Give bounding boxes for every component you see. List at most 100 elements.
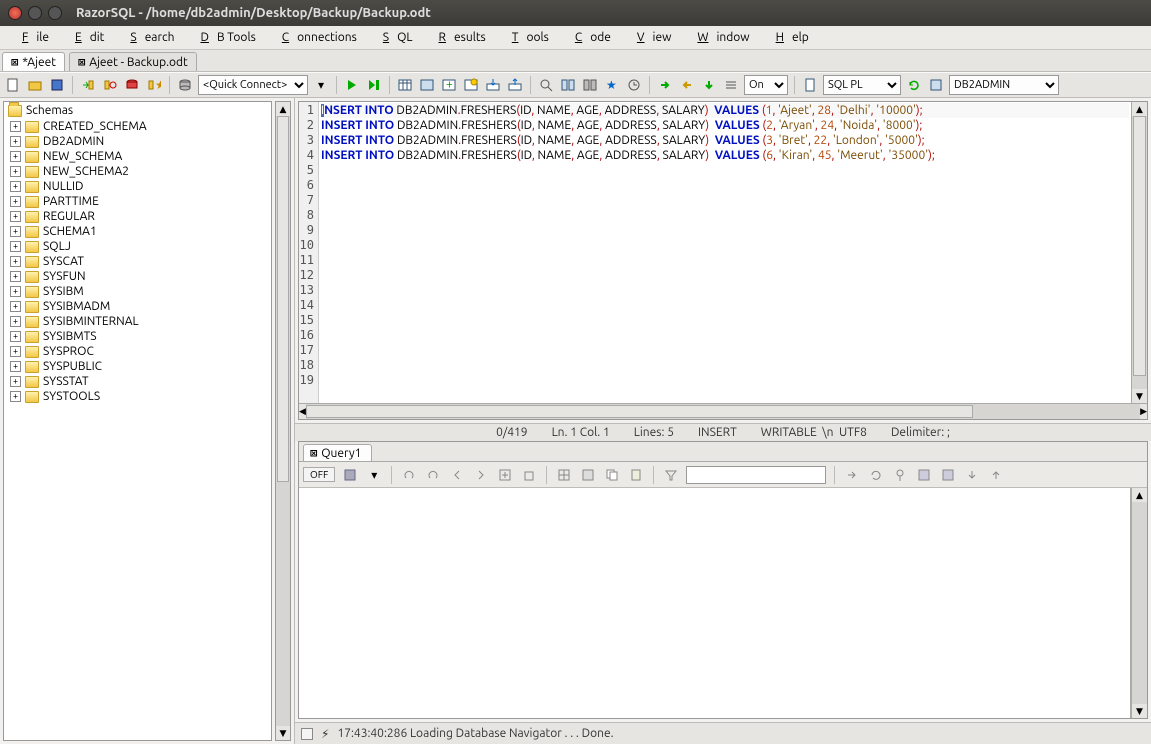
save-icon[interactable] xyxy=(48,76,66,94)
connect-icon[interactable] xyxy=(79,76,97,94)
nav-item-sysibm[interactable]: +SYSIBM xyxy=(4,284,271,299)
menu-sql[interactable]: SQL xyxy=(367,28,421,47)
prev-icon[interactable] xyxy=(448,466,466,484)
dropdown-icon[interactable]: ▾ xyxy=(365,466,383,484)
expand-icon[interactable]: + xyxy=(10,286,21,297)
maximize-window-button[interactable] xyxy=(48,6,62,20)
schema-dropdown[interactable]: DB2ADMIN xyxy=(949,75,1059,95)
close-tab-icon[interactable]: ⊠ xyxy=(11,55,18,69)
expand-icon[interactable]: + xyxy=(10,136,21,147)
expand-icon[interactable]: + xyxy=(10,346,21,357)
nav-item-regular[interactable]: +REGULAR xyxy=(4,209,271,224)
expand-icon[interactable]: + xyxy=(10,241,21,252)
close-tab-icon[interactable]: ⊠ xyxy=(310,446,317,460)
scroll-down-icon[interactable]: ▼ xyxy=(276,726,290,740)
schema-icon[interactable] xyxy=(927,76,945,94)
nav-item-new_schema2[interactable]: +NEW_SCHEMA2 xyxy=(4,164,271,179)
expand-icon[interactable]: + xyxy=(10,316,21,327)
scroll-left-icon[interactable]: ◀ xyxy=(299,404,306,418)
expand-icon[interactable]: + xyxy=(10,331,21,342)
nav-item-sqlj[interactable]: +SQLJ xyxy=(4,239,271,254)
scroll-right-icon[interactable]: ▶ xyxy=(1140,404,1147,418)
menu-file[interactable]: File xyxy=(6,28,57,47)
arrow-right-icon[interactable] xyxy=(656,76,674,94)
expand-icon[interactable]: + xyxy=(10,166,21,177)
scroll-track[interactable] xyxy=(276,116,290,726)
scroll-thumb[interactable] xyxy=(277,116,289,482)
expand-icon[interactable]: + xyxy=(10,226,21,237)
menu-tools[interactable]: Tools xyxy=(496,28,557,47)
expand-icon[interactable]: + xyxy=(10,301,21,312)
add-row-icon[interactable] xyxy=(496,466,514,484)
off-toggle-button[interactable]: OFF xyxy=(303,467,335,482)
expand-icon[interactable]: + xyxy=(10,391,21,402)
run-sql-icon[interactable] xyxy=(343,76,361,94)
nav-item-sysibmadm[interactable]: +SYSIBMADM xyxy=(4,299,271,314)
nav-item-db2admin[interactable]: +DB2ADMIN xyxy=(4,134,271,149)
run-step-icon[interactable] xyxy=(365,76,383,94)
document-tab[interactable]: ⊠ Ajeet - Backup.odt xyxy=(69,52,197,71)
document-tab-active[interactable]: ⊠ *Ajeet xyxy=(2,52,65,71)
menu-window[interactable]: Window xyxy=(681,28,757,47)
doc-icon[interactable] xyxy=(801,76,819,94)
filter-icon[interactable] xyxy=(662,466,680,484)
delete-row-icon[interactable] xyxy=(520,466,538,484)
arrow-left-icon[interactable] xyxy=(678,76,696,94)
menu-view[interactable]: View xyxy=(621,28,679,47)
db-tool-icon[interactable]: ★ xyxy=(145,76,163,94)
nav-item-sysibmts[interactable]: +SYSIBMTS xyxy=(4,329,271,344)
undo-icon[interactable] xyxy=(400,466,418,484)
nav-item-schema1[interactable]: +SCHEMA1 xyxy=(4,224,271,239)
up-icon[interactable] xyxy=(987,466,1005,484)
nav-item-nullid[interactable]: +NULLID xyxy=(4,179,271,194)
nav-item-created_schema[interactable]: +CREATED_SCHEMA xyxy=(4,119,271,134)
nav-item-syspublic[interactable]: +SYSPUBLIC xyxy=(4,359,271,374)
next-icon[interactable] xyxy=(472,466,490,484)
refresh-icon[interactable] xyxy=(905,76,923,94)
menu-code[interactable]: Code xyxy=(559,28,619,47)
quick-connect-dropdown[interactable]: <Quick Connect> xyxy=(198,75,308,95)
navigator-scrollbar[interactable]: ▲ ▼ xyxy=(275,101,291,741)
expand-icon[interactable]: + xyxy=(10,211,21,222)
menu-results[interactable]: Results xyxy=(423,28,494,47)
nav-item-sysibminternal[interactable]: +SYSIBMINTERNAL xyxy=(4,314,271,329)
query-results-area[interactable] xyxy=(299,488,1131,718)
save2-icon[interactable] xyxy=(915,466,933,484)
nav-item-sysfun[interactable]: +SYSFUN xyxy=(4,269,271,284)
close-window-button[interactable] xyxy=(8,6,22,20)
expand-icon[interactable]: + xyxy=(10,181,21,192)
navigator-tree[interactable]: Schemas +CREATED_SCHEMA+DB2ADMIN+NEW_SCH… xyxy=(3,101,272,741)
expand-icon[interactable]: + xyxy=(10,376,21,387)
minimize-window-button[interactable] xyxy=(28,6,42,20)
nav-item-new_schema[interactable]: +NEW_SCHEMA xyxy=(4,149,271,164)
scroll-track[interactable] xyxy=(1132,116,1147,389)
scroll-down-icon[interactable]: ▼ xyxy=(1132,704,1147,718)
table-edit-icon[interactable] xyxy=(418,76,436,94)
nav-item-parttime[interactable]: +PARTTIME xyxy=(4,194,271,209)
db-add-icon[interactable] xyxy=(123,76,141,94)
close-tab-icon[interactable]: ⊠ xyxy=(78,55,85,69)
nav-item-sysstat[interactable]: +SYSSTAT xyxy=(4,374,271,389)
copy-icon[interactable] xyxy=(603,466,621,484)
menu-connections[interactable]: Connections xyxy=(266,28,365,47)
scroll-thumb[interactable] xyxy=(1133,116,1146,376)
down-icon[interactable] xyxy=(963,466,981,484)
search-icon[interactable] xyxy=(537,76,555,94)
star-icon[interactable]: ★ xyxy=(603,76,621,94)
editor-vscrollbar[interactable]: ▲ ▼ xyxy=(1131,102,1147,403)
expand-icon[interactable]: + xyxy=(10,121,21,132)
new-file-icon[interactable] xyxy=(4,76,22,94)
go-right-icon[interactable] xyxy=(843,466,861,484)
menu-search[interactable]: Search xyxy=(114,28,182,47)
expand-icon[interactable]: + xyxy=(10,256,21,267)
grid2-icon[interactable] xyxy=(579,466,597,484)
scroll-thumb[interactable] xyxy=(306,405,973,418)
paste-icon[interactable] xyxy=(627,466,645,484)
table-info-icon[interactable] xyxy=(462,76,480,94)
language-dropdown[interactable]: SQL PL xyxy=(823,75,901,95)
expand-icon[interactable]: + xyxy=(10,151,21,162)
redo-icon[interactable] xyxy=(424,466,442,484)
menu-edit[interactable]: Edit xyxy=(59,28,112,47)
save-icon[interactable] xyxy=(341,466,359,484)
expand-icon[interactable]: + xyxy=(10,361,21,372)
